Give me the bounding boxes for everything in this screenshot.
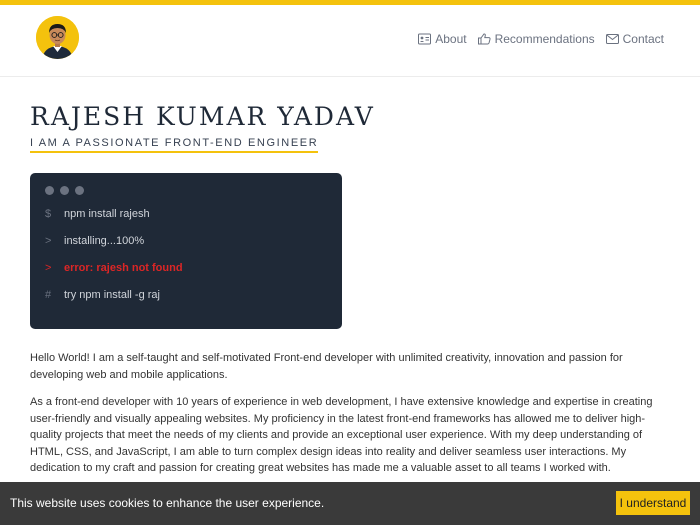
terminal-text: installing...100% <box>64 235 145 247</box>
window-dot <box>60 186 69 195</box>
terminal-error-text: error: rajesh not found <box>64 262 183 274</box>
window-dot <box>45 186 54 195</box>
nav-recommendations-label: Recommendations <box>494 32 595 46</box>
nav-about-label: About <box>435 32 467 46</box>
terminal-line: > installing...100% <box>45 235 144 247</box>
site-header: About Recommendations Contact <box>0 5 700 77</box>
tagline: I AM A PASSIONATE FRONT-END ENGINEER <box>30 137 319 153</box>
nav-contact-link[interactable]: Contact <box>605 32 664 46</box>
nav-contact-label: Contact <box>622 32 664 46</box>
terminal-line: # try npm install -g raj <box>45 289 160 301</box>
nav-about-link[interactable]: About <box>418 32 467 46</box>
nav-recommendations-link[interactable]: Recommendations <box>477 32 595 46</box>
terminal-window: $ npm install rajesh > installing...100%… <box>30 173 342 329</box>
envelope-icon <box>605 34 619 44</box>
cookie-message: This website uses cookies to enhance the… <box>10 496 325 510</box>
terminal-text: try npm install -g raj <box>64 289 160 301</box>
terminal-error-line: > error: rajesh not found <box>45 262 183 274</box>
terminal-prompt: # <box>45 289 52 301</box>
cookie-banner: This website uses cookies to enhance the… <box>0 482 700 525</box>
terminal-line: $ npm install rajesh <box>45 208 150 220</box>
window-dot <box>75 186 84 195</box>
id-card-icon <box>418 33 432 45</box>
avatar[interactable] <box>36 16 79 59</box>
experience-paragraph: As a front-end developer with 10 years o… <box>30 396 653 474</box>
terminal-text: npm install rajesh <box>64 208 150 220</box>
terminal-prompt: > <box>45 235 52 247</box>
intro-paragraph: Hello World! I am a self-taught and self… <box>30 352 623 381</box>
accept-cookies-button[interactable]: I understand <box>616 491 690 515</box>
avatar-illustration <box>36 16 79 59</box>
terminal-prompt: $ <box>45 208 52 220</box>
page-title: RAJESH KUMAR YADAV <box>30 102 375 131</box>
main-nav: About Recommendations Contact <box>418 32 664 46</box>
window-controls <box>45 186 84 195</box>
thumbs-up-icon <box>477 33 491 45</box>
terminal-prompt: > <box>45 262 52 274</box>
